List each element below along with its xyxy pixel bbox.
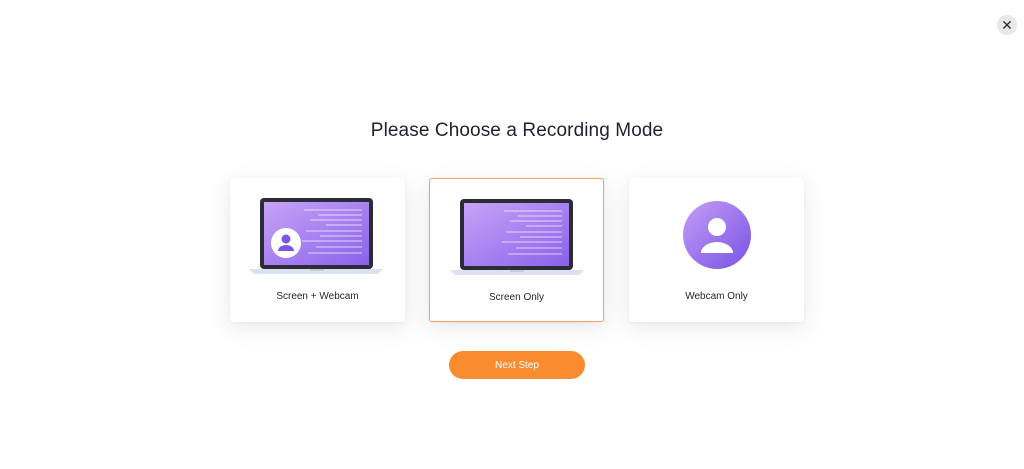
laptop-icon [450, 199, 584, 275]
mode-label: Webcam Only [685, 291, 748, 302]
mode-card-screen-only[interactable]: Screen Only [429, 178, 604, 322]
mode-card-screen-webcam[interactable]: Screen + Webcam [230, 178, 405, 322]
mode-label: Screen + Webcam [276, 291, 359, 302]
recording-mode-dialog: ✕ Please Choose a Recording Mode Screen … [0, 0, 1024, 469]
mode-card-webcam-only[interactable]: Webcam Only [629, 178, 804, 322]
laptop-webcam-icon [249, 198, 383, 274]
close-button[interactable]: ✕ [997, 15, 1017, 35]
mode-label: Screen Only [488, 292, 545, 303]
page-title: Please Choose a Recording Mode [370, 120, 664, 141]
user-avatar-icon [683, 201, 751, 269]
next-step-button[interactable]: Next Step [449, 351, 585, 379]
close-icon: ✕ [1001, 17, 1013, 33]
